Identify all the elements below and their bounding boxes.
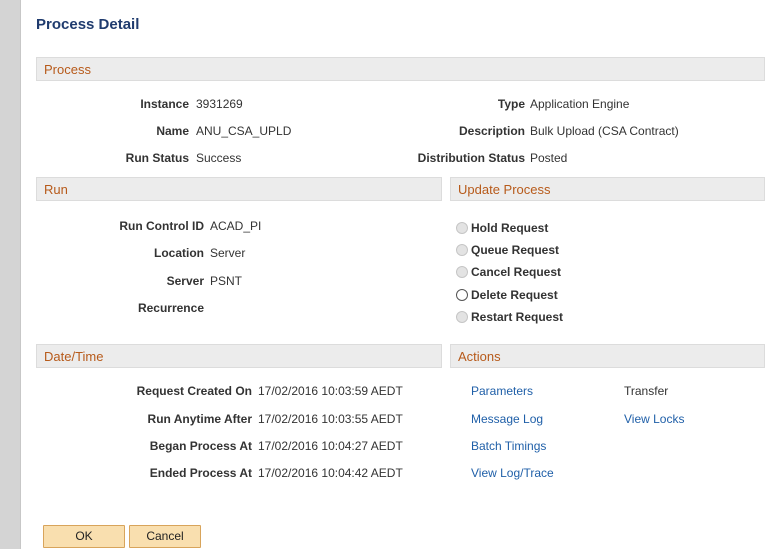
instance-label: Instance <box>140 97 189 111</box>
run-control-id-label: Run Control ID <box>119 219 204 233</box>
recurrence-label: Recurrence <box>137 301 204 315</box>
view-log-trace-link[interactable]: View Log/Trace <box>471 466 554 480</box>
request-created-label: Request Created On <box>136 384 252 398</box>
message-log-link[interactable]: Message Log <box>471 412 543 426</box>
hold-request-label: Hold Request <box>471 221 549 235</box>
restart-request-label: Restart Request <box>471 310 564 324</box>
gutter-divider <box>20 0 21 549</box>
run-section-header: Run <box>36 177 442 201</box>
cancel-request-label: Cancel Request <box>471 265 562 279</box>
cancel-request-radio <box>456 266 468 278</box>
delete-request-option[interactable]: Delete Request <box>456 286 558 304</box>
location-value: Server <box>210 246 246 260</box>
left-gutter <box>0 0 20 549</box>
run-status-value: Success <box>196 151 242 165</box>
location-label: Location <box>154 246 204 260</box>
queue-request-radio <box>456 244 468 256</box>
ended-process-label: Ended Process At <box>149 466 252 480</box>
actions-section-header: Actions <box>450 344 765 368</box>
distribution-status-label: Distribution Status <box>417 151 525 165</box>
run-status-label: Run Status <box>125 151 189 165</box>
batch-timings-link[interactable]: Batch Timings <box>471 439 546 453</box>
ended-process-value: 17/02/2016 10:04:42 AEDT <box>258 466 403 480</box>
description-value: Bulk Upload (CSA Contract) <box>530 124 679 138</box>
run-anytime-after-label: Run Anytime After <box>147 412 252 426</box>
restart-request-radio <box>456 311 468 323</box>
transfer-text: Transfer <box>624 384 669 398</box>
update-process-section-header: Update Process <box>450 177 765 201</box>
queue-request-option: Queue Request <box>456 241 559 259</box>
queue-request-label: Queue Request <box>471 243 560 257</box>
server-label: Server <box>166 274 204 288</box>
delete-request-radio[interactable] <box>456 289 468 301</box>
name-value: ANU_CSA_UPLD <box>196 124 292 138</box>
run-anytime-after-value: 17/02/2016 10:03:55 AEDT <box>258 412 403 426</box>
process-section-header: Process <box>36 57 765 81</box>
delete-request-label[interactable]: Delete Request <box>471 288 558 302</box>
distribution-status-value: Posted <box>530 151 568 165</box>
type-label: Type <box>497 97 525 111</box>
hold-request-radio <box>456 222 468 234</box>
parameters-link[interactable]: Parameters <box>471 384 533 398</box>
cancel-button[interactable]: Cancel <box>129 525 201 548</box>
view-locks-link[interactable]: View Locks <box>624 412 684 426</box>
restart-request-option: Restart Request <box>456 308 563 326</box>
cancel-request-option: Cancel Request <box>456 263 561 281</box>
datetime-section-header: Date/Time <box>36 344 442 368</box>
description-label: Description <box>458 124 525 138</box>
page-title: Process Detail <box>36 16 140 33</box>
name-label: Name <box>156 124 189 138</box>
run-control-id-value: ACAD_PI <box>210 219 262 233</box>
began-process-value: 17/02/2016 10:04:27 AEDT <box>258 439 403 453</box>
type-value: Application Engine <box>530 97 630 111</box>
began-process-label: Began Process At <box>149 439 252 453</box>
hold-request-option: Hold Request <box>456 219 548 237</box>
instance-value: 3931269 <box>196 97 243 111</box>
request-created-value: 17/02/2016 10:03:59 AEDT <box>258 384 403 398</box>
server-value: PSNT <box>210 274 243 288</box>
ok-button[interactable]: OK <box>43 525 125 548</box>
